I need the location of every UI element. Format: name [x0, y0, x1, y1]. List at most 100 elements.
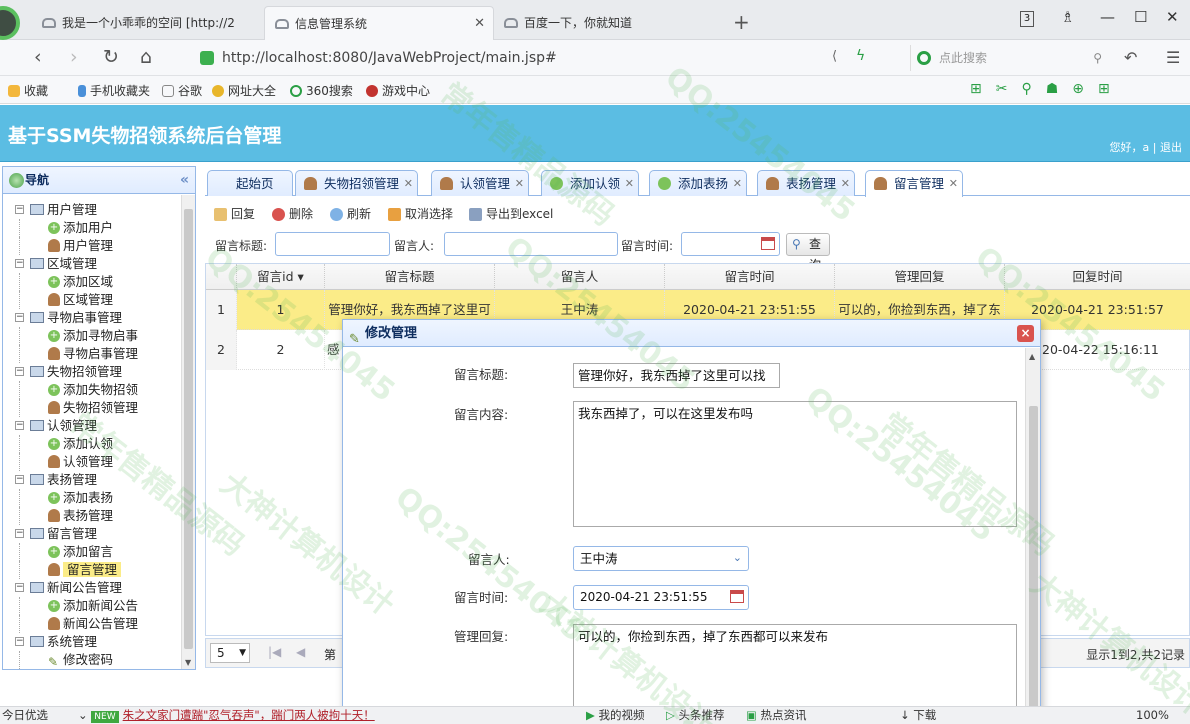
extension-icons[interactable]: ⊞✂⚲☗⊕⊞ — [970, 81, 1124, 97]
search-icon[interactable]: ⚲ — [1093, 45, 1102, 71]
undo-icon[interactable]: ↶ — [1124, 48, 1137, 67]
nav-item[interactable]: + 添加留言 — [3, 543, 183, 561]
back-icon[interactable]: ‹ — [34, 46, 42, 68]
collapse-toggle-icon[interactable]: − — [15, 313, 24, 322]
browser-tab-3[interactable]: 百度一下，你就知道 — [494, 6, 724, 40]
main-tab[interactable]: 表扬管理 ✕ — [757, 170, 856, 196]
bookmark-favorites[interactable]: 收藏 — [8, 82, 48, 99]
filter-person-input[interactable] — [444, 232, 618, 256]
share-icon[interactable]: ⟨ — [832, 49, 837, 64]
nav-group[interactable]: − 失物招领管理 — [3, 363, 183, 381]
my-video[interactable]: ▶ 我的视频 — [586, 707, 645, 724]
nav-group[interactable]: − 新闻公告管理 — [3, 579, 183, 597]
nav-item[interactable]: 新闻公告管理 — [3, 615, 183, 633]
reload-icon[interactable]: ↻ — [103, 46, 119, 68]
nav-item[interactable]: 认领管理 — [3, 453, 183, 471]
nav-item[interactable]: + 添加用户 — [3, 219, 183, 237]
nav-item[interactable]: 失物招领管理 — [3, 399, 183, 417]
nav-group[interactable]: − 用户管理 — [3, 201, 183, 219]
home-icon[interactable]: ⌂ — [140, 46, 152, 68]
collapse-toggle-icon[interactable]: − — [15, 637, 24, 646]
delete-button[interactable]: 删除 — [272, 204, 313, 224]
maximize-button[interactable]: ☐ — [1134, 8, 1147, 26]
tab-count-badge[interactable]: 3 — [1020, 11, 1034, 27]
close-tab-icon[interactable]: ✕ — [625, 171, 634, 196]
main-tab[interactable]: 起始页 — [207, 170, 293, 196]
column-header-reply[interactable]: 管理回复 — [835, 264, 1005, 290]
bookmark-google[interactable]: 谷歌 — [162, 82, 202, 99]
nav-group[interactable]: − 区域管理 — [3, 255, 183, 273]
nav-item[interactable]: 留言管理 — [3, 561, 183, 579]
nav-item[interactable]: + 添加表扬 — [3, 489, 183, 507]
shirt-icon[interactable]: ♗ — [1061, 8, 1074, 26]
nav-item[interactable]: + 添加寻物启事 — [3, 327, 183, 345]
refresh-button[interactable]: 刷新 — [330, 204, 371, 224]
person-select[interactable]: 王中涛 ⌄ — [573, 546, 749, 571]
browser-tab-1[interactable]: 我是一个小乖乖的空间 [http://2 — [32, 6, 262, 40]
forward-icon[interactable]: › — [70, 46, 78, 68]
menu-icon[interactable]: ☰ — [1166, 48, 1180, 67]
download[interactable]: ↓ 下载 — [900, 707, 936, 724]
column-header-time[interactable]: 留言时间 — [665, 264, 835, 290]
top-news[interactable]: ▷ 头条推荐 — [666, 707, 725, 724]
address-bar[interactable]: http://localhost:8080/JavaWebProject/mai… — [192, 45, 902, 71]
prev-page-icon[interactable]: ◀ — [296, 645, 305, 659]
main-tab[interactable]: 失物招领管理 ✕ — [295, 170, 419, 196]
main-tab[interactable]: 添加表扬 ✕ — [649, 170, 748, 196]
collapse-toggle-icon[interactable]: − — [15, 367, 24, 376]
export-excel-button[interactable]: 导出到excel — [469, 204, 553, 224]
calendar-icon[interactable] — [761, 237, 775, 250]
collapse-toggle-icon[interactable]: − — [15, 259, 24, 268]
reply-button[interactable]: 回复 — [214, 204, 255, 224]
main-tab[interactable]: 留言管理 ✕ — [865, 170, 964, 197]
nav-item[interactable]: ✎ 修改密码 — [3, 651, 183, 669]
nav-item[interactable]: 区域管理 — [3, 291, 183, 309]
nav-item[interactable]: + 添加新闻公告 — [3, 597, 183, 615]
collapse-toggle-icon[interactable]: − — [15, 475, 24, 484]
collapse-icon[interactable]: « — [180, 167, 189, 194]
close-tab-icon[interactable]: ✕ — [515, 171, 524, 196]
cancel-select-button[interactable]: 取消选择 — [388, 204, 453, 224]
nav-group[interactable]: − 表扬管理 — [3, 471, 183, 489]
bookmark-mobile[interactable]: 手机收藏夹 — [78, 82, 150, 99]
bookmark-games[interactable]: 游戏中心 — [366, 82, 430, 99]
close-tab-icon[interactable]: ✕ — [949, 171, 958, 196]
nav-group[interactable]: − 认领管理 — [3, 417, 183, 435]
logout-link[interactable]: 退出 — [1160, 141, 1182, 154]
column-header-reply-time[interactable]: 回复时间 — [1005, 264, 1190, 290]
column-header-title[interactable]: 留言标题 — [325, 264, 495, 290]
nav-item[interactable]: 表扬管理 — [3, 507, 183, 525]
calendar-icon[interactable] — [730, 590, 744, 603]
collapse-toggle-icon[interactable]: − — [15, 529, 24, 538]
new-tab-button[interactable]: + — [733, 10, 750, 34]
nav-group[interactable]: − 寻物启事管理 — [3, 309, 183, 327]
lightning-icon[interactable]: ϟ — [856, 48, 865, 64]
title-input[interactable]: 管理你好，我东西掉了这里可以找 — [573, 363, 780, 388]
close-tab-icon[interactable]: ✕ — [841, 171, 850, 196]
news-link[interactable]: 朱之文家门遭踹"忍气吞声"，踹门两人被拘十天！ — [123, 708, 375, 722]
browser-tab-2[interactable]: 信息管理系统 ✕ — [264, 6, 494, 40]
close-tab-icon[interactable]: ✕ — [733, 171, 742, 196]
column-header-id[interactable]: 留言id ▾ — [237, 264, 325, 290]
zoom-level[interactable]: 100% — [1136, 707, 1169, 724]
nav-item[interactable]: 用户管理 — [3, 237, 183, 255]
scrollbar-thumb[interactable] — [1029, 406, 1038, 722]
collapse-toggle-icon[interactable]: − — [15, 421, 24, 430]
nav-item[interactable]: + 添加失物招领 — [3, 381, 183, 399]
time-input[interactable]: 2020-04-21 23:51:55 — [573, 585, 749, 610]
nav-item[interactable]: + 添加认领 — [3, 435, 183, 453]
nav-group[interactable]: − 系统管理 — [3, 633, 183, 651]
column-header-person[interactable]: 留言人 — [495, 264, 665, 290]
hot-news[interactable]: ▣ 热点资讯 — [746, 707, 807, 724]
nav-scrollbar[interactable]: ▼ — [181, 195, 195, 669]
search-box[interactable]: 点此搜索 ⚲ — [910, 45, 1110, 71]
news-ticker[interactable]: ⌄ NEW 朱之文家门遭踹"忍气吞声"，踹门两人被拘十天！ — [78, 707, 375, 724]
content-textarea[interactable]: 我东西掉了，可以在这里发布吗 — [573, 401, 1017, 527]
close-tab-icon[interactable]: ✕ — [474, 7, 485, 40]
nav-item[interactable]: + 添加区域 — [3, 273, 183, 291]
main-tab[interactable]: 添加认领 ✕ — [541, 170, 640, 196]
dialog-scrollbar[interactable]: ▲ — [1025, 348, 1040, 724]
filter-time-input[interactable] — [681, 232, 780, 256]
scroll-down-icon[interactable]: ▼ — [185, 658, 191, 667]
filter-title-input[interactable] — [275, 232, 390, 256]
